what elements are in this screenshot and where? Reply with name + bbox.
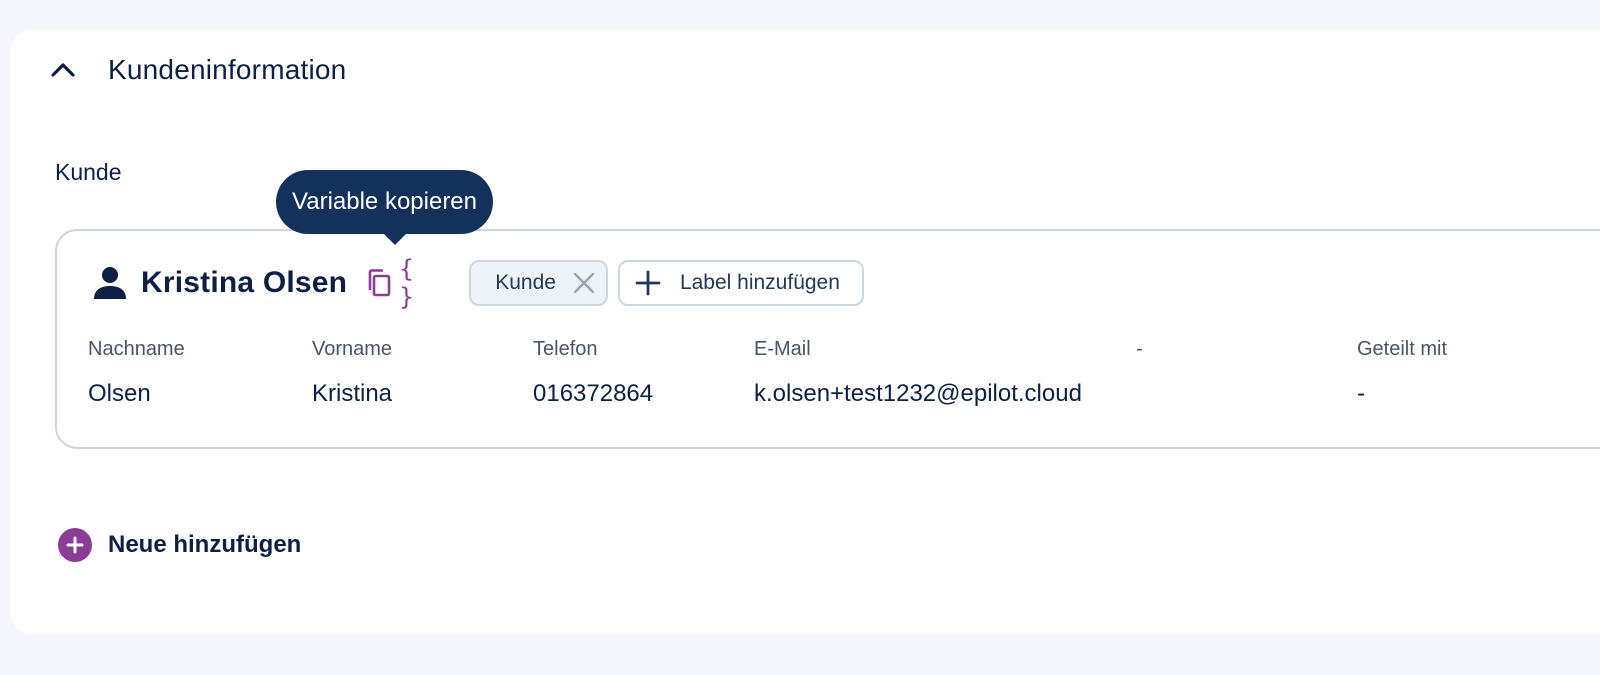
section-header[interactable]: Kundeninformation: [50, 50, 346, 90]
group-label: Kunde: [55, 159, 122, 185]
field-email: E-Mail k.olsen+test1232@epilot.cloud: [754, 337, 1082, 409]
add-new-label: Neue hinzufügen: [108, 531, 302, 558]
label-chip-text: Kunde: [495, 271, 556, 294]
section-title: Kundeninformation: [108, 54, 347, 85]
close-icon[interactable]: [570, 269, 598, 297]
copy-icon[interactable]: [363, 266, 395, 300]
plus-circle-icon: [58, 528, 92, 562]
add-label-button[interactable]: Label hinzufügen: [617, 260, 864, 306]
add-label-text: Label hinzufügen: [679, 271, 840, 294]
field-telefon: Telefon 016372864: [533, 337, 653, 409]
field-value[interactable]: Kristina: [312, 379, 392, 409]
tooltip-arrow: [383, 233, 407, 245]
field-value[interactable]: k.olsen+test1232@epilot.cloud: [754, 379, 1082, 409]
curly-braces-icon[interactable]: { }: [399, 255, 431, 311]
person-icon: [93, 265, 127, 301]
field-label: Geteilt mit: [1357, 338, 1448, 360]
field-label: -: [1136, 338, 1143, 360]
field-label: Vorname: [312, 338, 393, 360]
customer-info-panel: Kundeninformation Kunde Kristina Olsen {…: [10, 30, 1600, 634]
label-chip: Kunde: [469, 260, 608, 306]
field-value[interactable]: 016372864: [533, 379, 653, 409]
field-label: Nachname: [88, 338, 185, 360]
chevron-up-icon[interactable]: [50, 57, 76, 83]
field-nachname: Nachname Olsen: [88, 337, 185, 409]
contact-card-header: Kristina Olsen { } Kunde Label hinzufüge…: [93, 255, 864, 311]
tooltip: Variable kopieren: [276, 170, 494, 234]
field-label: Telefon: [533, 338, 598, 360]
field-value[interactable]: Olsen: [88, 379, 185, 409]
field-label: E-Mail: [754, 338, 811, 360]
field-value[interactable]: -: [1357, 379, 1447, 409]
plus-icon: [634, 269, 662, 297]
field-geteilt-mit: Geteilt mit -: [1357, 337, 1447, 409]
contact-card[interactable]: Kristina Olsen { } Kunde Label hinzufüge…: [55, 229, 1600, 449]
add-new-button[interactable]: Neue hinzufügen: [58, 528, 301, 562]
contact-name[interactable]: Kristina Olsen: [141, 266, 347, 300]
field-empty: -: [1136, 337, 1143, 379]
field-vorname: Vorname Kristina: [312, 337, 392, 409]
